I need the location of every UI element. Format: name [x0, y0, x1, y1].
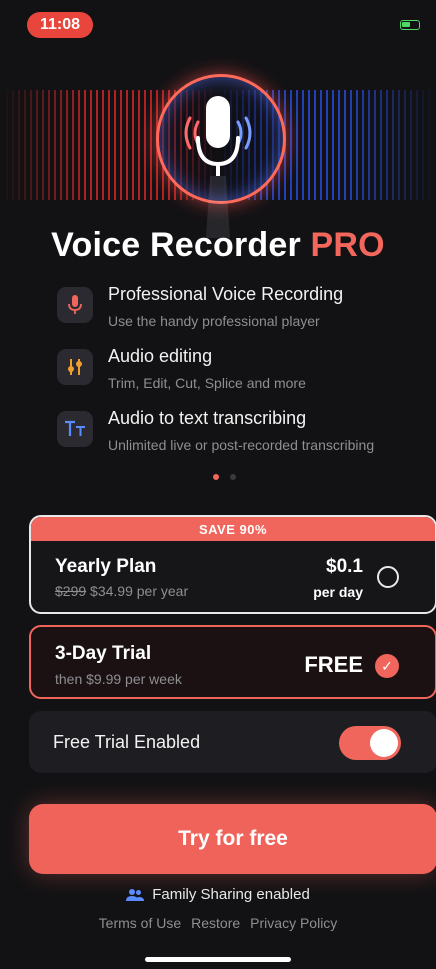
yearly-plan-price-line: $299 $34.99 per year [55, 583, 188, 599]
page-indicator[interactable] [213, 474, 236, 480]
microphone-icon [57, 287, 93, 323]
page-title: Voice Recorder PRO [0, 226, 436, 265]
yearly-radio-button[interactable] [377, 566, 399, 588]
battery-icon [400, 20, 420, 30]
feature-title: Audio editing [108, 346, 213, 366]
status-time-label: 11:08 [39, 16, 81, 33]
feature-item: Audio to text transcribing Unlimited liv… [57, 408, 374, 453]
yearly-plan-option[interactable]: SAVE 90% Yearly Plan $299 $34.99 per yea… [29, 515, 436, 614]
free-trial-toggle-row[interactable]: Free Trial Enabled [29, 711, 436, 773]
hero-illustration [0, 40, 436, 240]
page-dot-active[interactable] [213, 474, 219, 480]
home-indicator[interactable] [145, 957, 291, 962]
check-icon[interactable]: ✓ [375, 654, 399, 678]
yearly-price-unit: per day [313, 584, 363, 600]
toggle-knob [370, 729, 398, 757]
restore-link[interactable]: Restore [191, 915, 240, 931]
footer-links: Terms of Use Restore Privacy Policy [0, 915, 436, 931]
feature-item: Professional Voice Recording Use the han… [57, 284, 343, 329]
page-dot[interactable] [230, 474, 236, 480]
terms-link[interactable]: Terms of Use [99, 915, 181, 931]
family-sharing: Family Sharing enabled [0, 886, 436, 903]
save-badge: SAVE 90% [31, 517, 435, 541]
trial-plan-name: 3-Day Trial [55, 643, 152, 664]
privacy-link[interactable]: Privacy Policy [250, 915, 337, 931]
toggle-label: Free Trial Enabled [53, 732, 201, 752]
old-price: $299 [55, 583, 87, 599]
trial-price: FREE [304, 652, 363, 677]
yearly-plan-name: Yearly Plan [55, 556, 157, 577]
yearly-price-line: $34.99 per year [90, 583, 189, 599]
feature-title: Audio to text transcribing [108, 408, 307, 428]
feature-subtitle: Use the handy professional player [108, 313, 320, 329]
feature-subtitle: Trim, Edit, Cut, Splice and more [108, 375, 306, 391]
trial-plan-option[interactable]: 3-Day Trial then $9.99 per week FREE ✓ [29, 625, 436, 699]
feature-item: Audio editing Trim, Edit, Cut, Splice an… [57, 346, 306, 391]
feature-subtitle: Unlimited live or post-recorded transcri… [108, 437, 375, 453]
family-sharing-label: Family Sharing enabled [152, 886, 310, 903]
trial-plan-sub: then $9.99 per week [55, 671, 182, 687]
yearly-price: $0.1 [326, 556, 363, 577]
microphone-hero-icon [184, 96, 252, 238]
family-icon [126, 888, 145, 901]
status-time: 11:08 [27, 12, 93, 38]
feature-title: Professional Voice Recording [108, 284, 344, 304]
try-for-free-button[interactable]: Try for free [29, 804, 436, 874]
status-indicators [400, 20, 420, 30]
sliders-icon [57, 349, 93, 385]
title-pro: PRO [310, 226, 385, 264]
free-trial-toggle[interactable] [339, 726, 401, 760]
text-icon [57, 411, 93, 447]
title-main: Voice Recorder [51, 226, 301, 264]
